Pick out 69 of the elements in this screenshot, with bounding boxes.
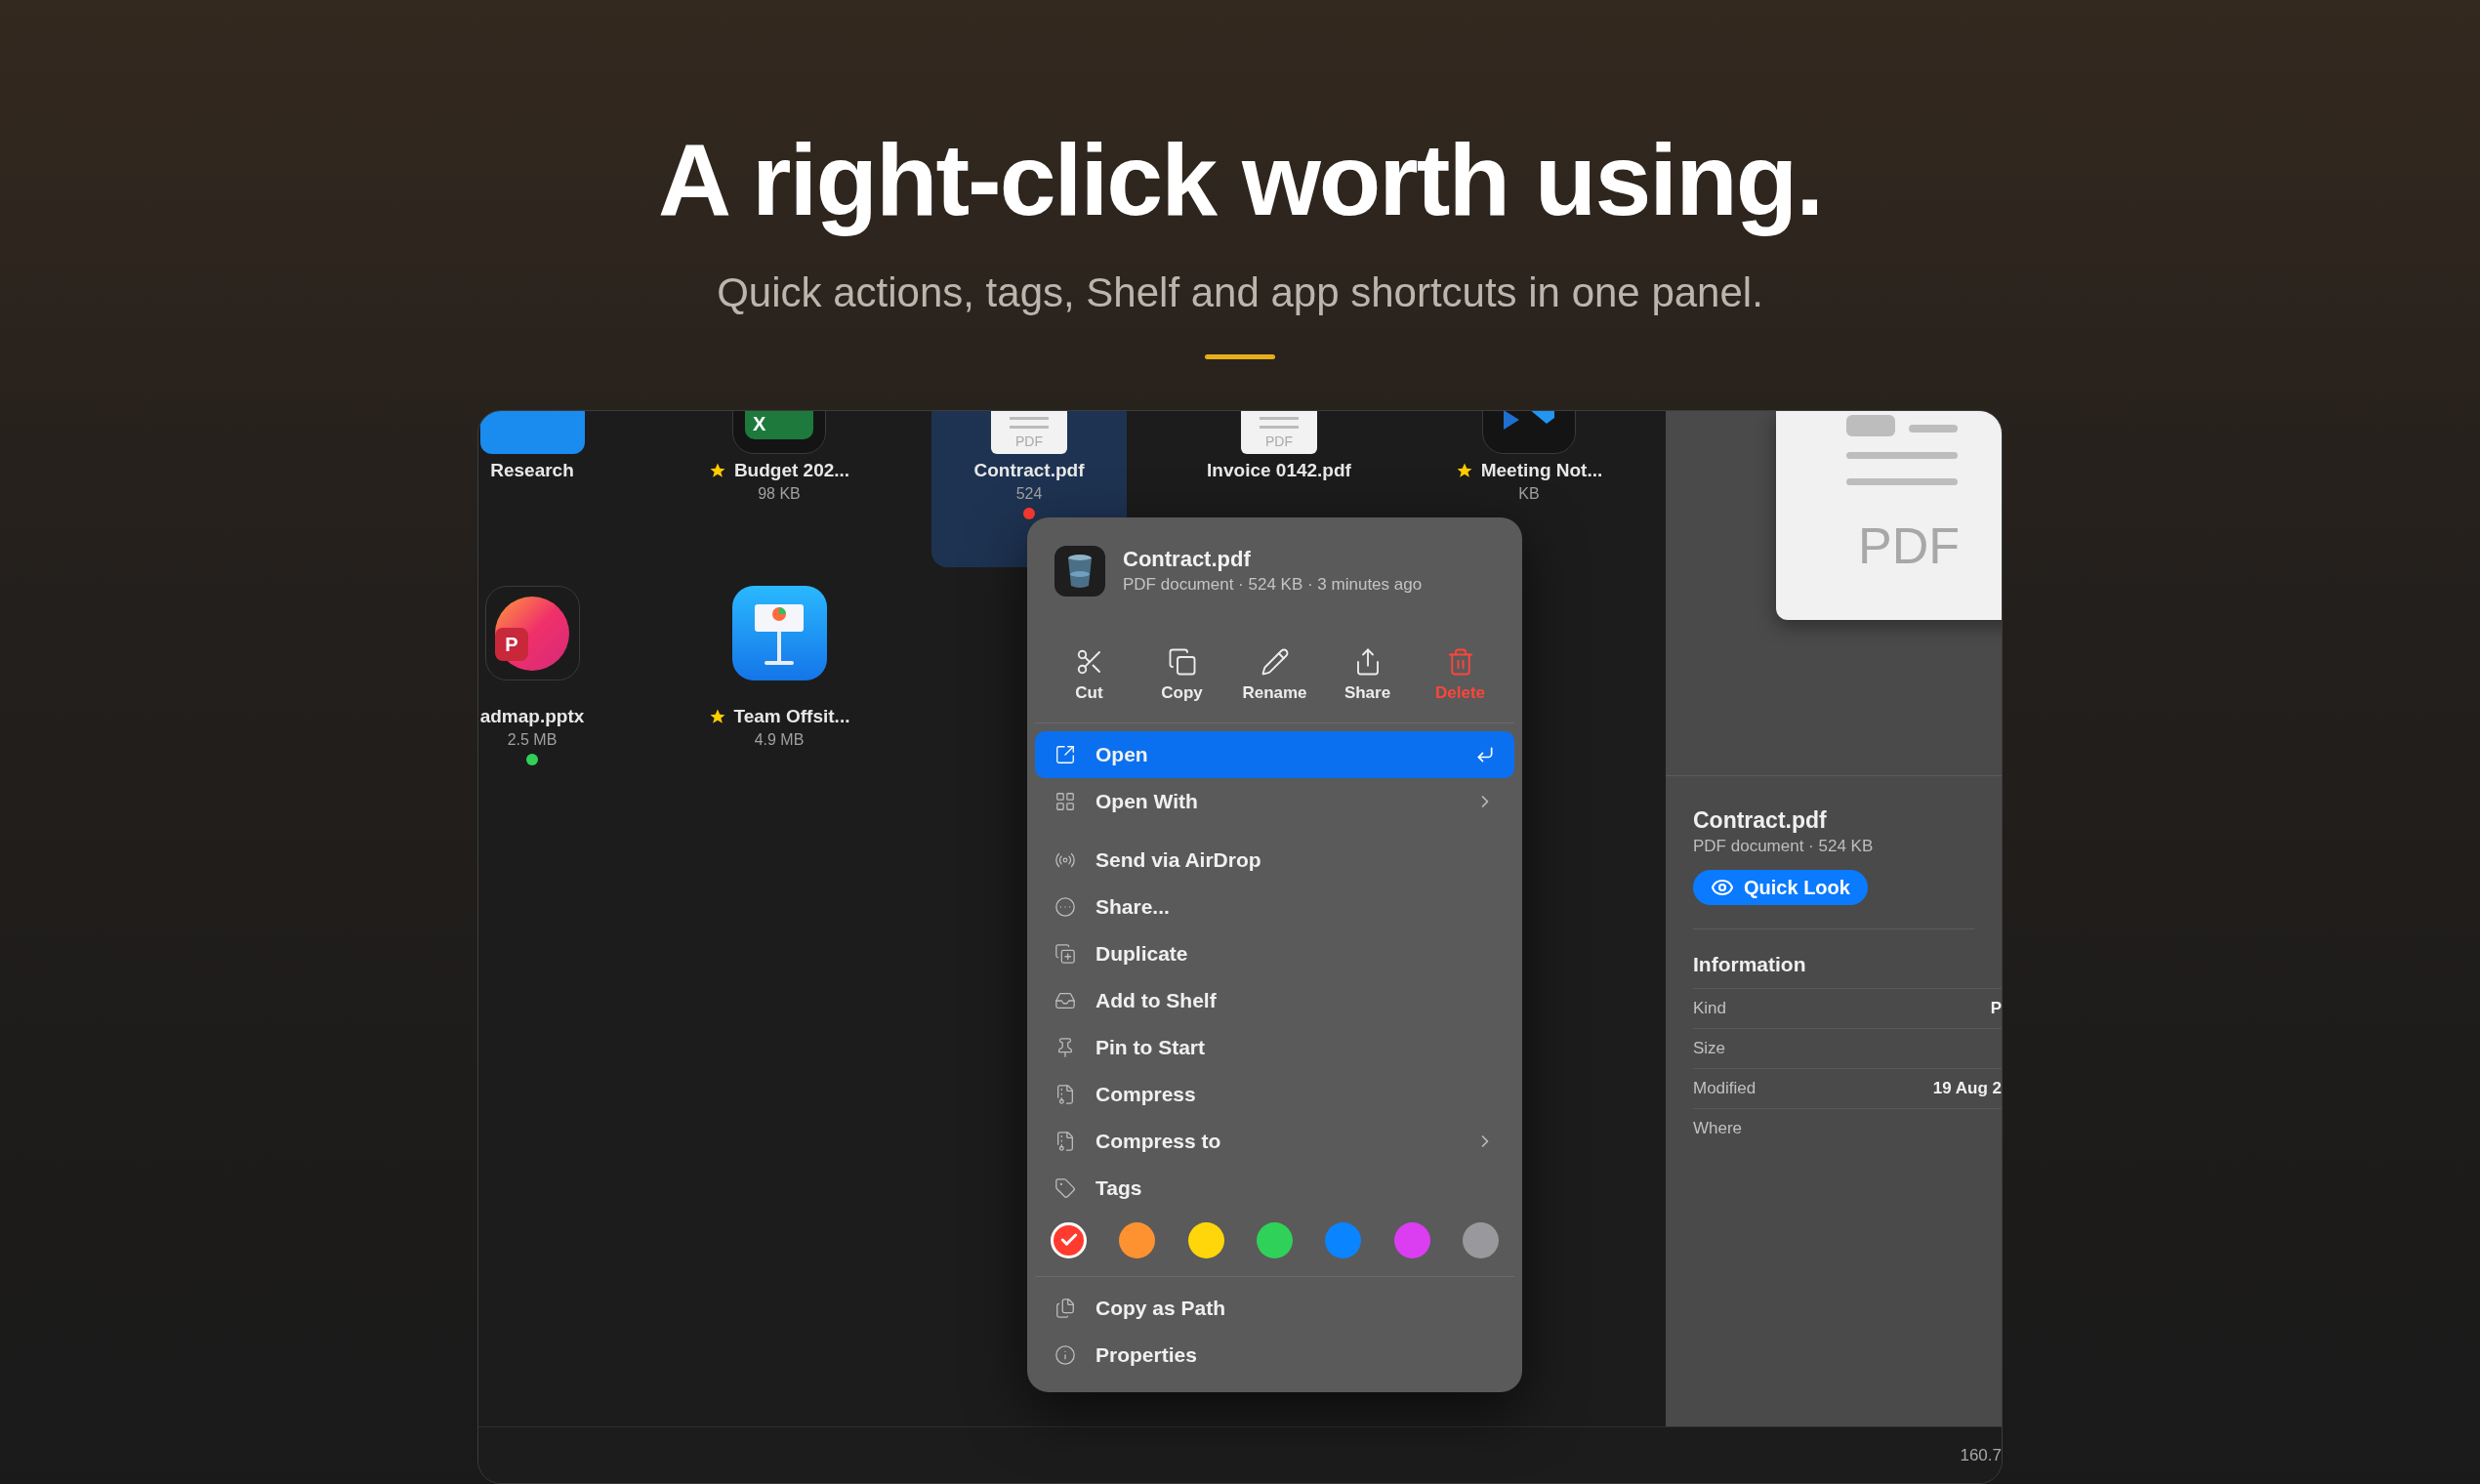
info-icon (1054, 1344, 1076, 1366)
file-size: 98 KB (758, 484, 801, 504)
info-label: Where (1693, 1118, 1743, 1140)
pencil-icon (1260, 646, 1290, 677)
menu-item[interactable]: Copy as Path (1035, 1285, 1514, 1332)
quick-action-button[interactable]: Cut (1043, 625, 1136, 722)
file-name: admap.pptx (479, 705, 585, 728)
copy-icon (1167, 646, 1197, 677)
info-label: Size (1693, 1038, 1726, 1060)
info-value: P (1990, 998, 2002, 1020)
section-heading: Information (1693, 952, 1807, 977)
menu-item[interactable]: Share... (1035, 884, 1514, 930)
file-name: Meeting Not... (1480, 459, 1603, 482)
menu-item[interactable]: Pin to Start (1035, 1024, 1514, 1071)
files-icon (1054, 1298, 1076, 1319)
info-value: 19 Aug 2 (1932, 1078, 2002, 1100)
menu-item[interactable]: Open With (1035, 778, 1514, 825)
file-name: Team Offsit... (733, 705, 850, 728)
app-icon (1054, 546, 1105, 597)
menu-item[interactable]: Send via AirDrop (1035, 837, 1514, 884)
preview-label: PDF (1858, 520, 1961, 571)
tag-color-button[interactable] (1325, 1221, 1362, 1258)
hero-subtitle: Quick actions, tags, Shelf and app shortcuts in one panel. (717, 268, 1763, 317)
icon-label: PDF (1015, 434, 1043, 448)
info-label: Kind (1693, 998, 1727, 1020)
file-size: 4.9 MB (754, 730, 805, 750)
podium-app-icon (731, 586, 827, 680)
file-name: Research (490, 459, 574, 482)
file-name: Invoice 0142.pdf (1207, 459, 1351, 482)
menu-subtitle: PDF document · 524 KB · 3 minutes ago (1123, 574, 1423, 596)
file-size: 524 (1015, 484, 1043, 504)
icon-letter: P (505, 634, 518, 654)
archive-icon (1054, 1131, 1076, 1152)
tag-color-button[interactable] (1187, 1221, 1224, 1258)
hero-title: A right-click worth using. (657, 125, 1823, 234)
quick-action-button[interactable]: Copy (1136, 625, 1228, 722)
quick-action-button[interactable]: Rename (1228, 625, 1321, 722)
menu-item[interactable]: Add to Shelf (1035, 977, 1514, 1024)
duplicate-icon (1054, 943, 1076, 965)
grid-icon (1054, 791, 1076, 812)
menu-item[interactable]: Compress to (1035, 1118, 1514, 1165)
menu-item[interactable]: Properties (1035, 1332, 1514, 1379)
inspector-subtitle: PDF document · 524 KB (1693, 836, 1875, 857)
open-icon (1054, 744, 1076, 765)
tag-color-button[interactable] (1462, 1221, 1499, 1258)
menu-item[interactable]: Tags (1035, 1165, 1514, 1212)
info-label: Modified (1693, 1078, 1757, 1100)
file-size: 2.5 MB (507, 730, 558, 750)
tag-icon (1054, 1177, 1076, 1199)
icon-letter: X (753, 414, 766, 433)
accent-bar (1205, 354, 1275, 359)
ellipsis-icon (1054, 896, 1076, 918)
menu-item[interactable]: Duplicate (1035, 930, 1514, 977)
icon-label: PDF (1265, 434, 1293, 448)
status-text: 160.7 (1960, 1444, 2002, 1466)
menu-item[interactable]: Compress (1035, 1071, 1514, 1118)
tag-color-button[interactable] (1257, 1221, 1293, 1258)
file-name: Contract.pdf (973, 459, 1085, 482)
file-size: KB (1518, 484, 1540, 504)
file-name: Budget 202... (733, 459, 850, 482)
tag-color-button[interactable] (1119, 1221, 1156, 1258)
tag-color-button[interactable] (1393, 1221, 1430, 1258)
archive-icon (1054, 1084, 1076, 1105)
menu-item[interactable]: Open (1035, 731, 1514, 778)
inspector-title: Contract.pdf (1693, 806, 1828, 835)
quick-action-button[interactable]: Share (1321, 625, 1414, 722)
tag-color-button[interactable] (1051, 1221, 1087, 1258)
tray-icon (1054, 990, 1076, 1011)
quick-look-button[interactable]: Quick Look (1693, 870, 1868, 905)
